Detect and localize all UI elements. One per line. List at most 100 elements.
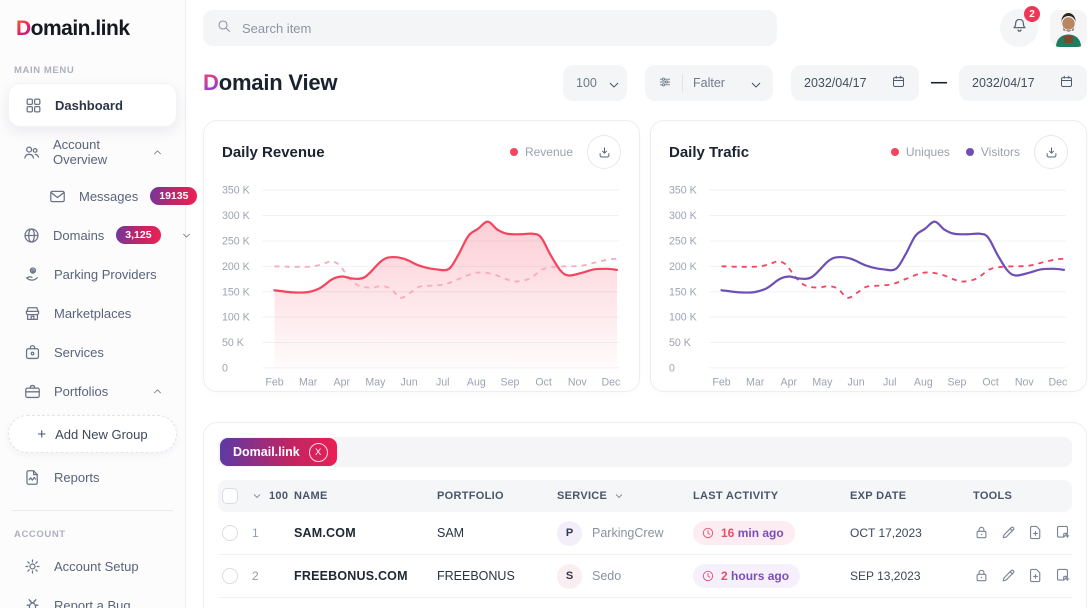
select-all-checkbox[interactable] [222, 488, 238, 504]
sidebar-item-marketplaces[interactable]: Marketplaces [8, 294, 177, 332]
x-axis-tick: Apr [334, 377, 351, 389]
pencil-icon[interactable] [1000, 524, 1018, 542]
legend-label: Uniques [906, 145, 950, 159]
notification-badge: 2 [1024, 6, 1040, 22]
y-axis-tick: 300 K [669, 210, 697, 222]
domain-name[interactable]: SAM.COM [294, 526, 437, 540]
filter-select[interactable]: Falter [645, 65, 773, 101]
download-button[interactable] [587, 135, 621, 169]
date-from-picker[interactable]: 2032/04/17 [791, 65, 919, 101]
briefcase-icon [22, 381, 42, 401]
exp-date: OCT 17,2023 [850, 526, 973, 540]
pencil-icon[interactable] [1000, 567, 1018, 585]
domain-name[interactable]: FREEBONUS.COM [294, 569, 437, 583]
sidebar-item-label: Parking Providers [54, 267, 157, 282]
y-axis-tick: 250 K [222, 235, 250, 247]
sidebar-item-label: Dashboard [55, 98, 123, 113]
area-fill [722, 222, 1064, 368]
date-to-value: 2032/04/17 [972, 76, 1035, 90]
sidebar-item-account-setup[interactable]: Account Setup [8, 547, 177, 585]
filter-divider [682, 74, 683, 92]
sidebar-item-label: Messages [79, 189, 138, 204]
chevron-up-icon[interactable] [152, 386, 163, 397]
y-axis-tick: 150 K [222, 286, 250, 298]
sidebar-item-account-overview[interactable]: Account Overview [8, 128, 177, 176]
lock-icon[interactable] [973, 524, 991, 542]
x-axis-tick: Aug [914, 377, 933, 389]
domains-table-card: Domail.link X 100NAMEPORTFOLIOSERVICELAS… [203, 422, 1087, 608]
filter-tag-label: Domail.link [233, 445, 300, 459]
note-add-icon[interactable] [1054, 524, 1072, 542]
sidebar-item-add-new-group[interactable]: +Add New Group [8, 415, 177, 453]
sidebar-item-dashboard[interactable]: Dashboard [8, 83, 177, 127]
service-name: Sedo [592, 569, 621, 583]
last-activity-cell: 2 hours ago [693, 564, 850, 588]
note-add-icon[interactable] [1054, 567, 1072, 585]
close-icon[interactable]: X [309, 443, 328, 462]
y-axis-tick: 100 K [222, 312, 250, 324]
search-input-wrapper[interactable] [203, 10, 777, 46]
chevron-down-icon [749, 78, 760, 89]
avatar[interactable] [1050, 10, 1087, 47]
sidebar-account-nav: Account SetupReport a Bug [0, 547, 185, 608]
date-to-picker[interactable]: 2032/04/17 [959, 65, 1087, 101]
row-checkbox[interactable] [222, 568, 238, 584]
sidebar-item-label: Domains [53, 228, 104, 243]
series-line-solid [722, 222, 1064, 293]
y-axis-tick: 300 K [222, 210, 250, 222]
column-header-service[interactable]: SERVICE [557, 490, 693, 502]
search-input[interactable] [242, 21, 764, 36]
sliders-icon [658, 75, 672, 92]
legend-item: Uniques [891, 145, 950, 159]
plus-icon: + [37, 426, 46, 443]
column-header-label: SERVICE [557, 490, 607, 502]
column-header-portfolio: PORTFOLIO [437, 490, 557, 502]
sidebar-item-portfolios[interactable]: Portfolios [8, 372, 177, 410]
chevron-up-icon[interactable] [152, 147, 163, 158]
column-header-label: PORTFOLIO [437, 490, 504, 502]
download-button[interactable] [1034, 135, 1068, 169]
file-add-icon[interactable] [1027, 567, 1045, 585]
chart-plot: 350 K300 K250 K200 K150 K100 K50 K0FebMa… [222, 177, 621, 389]
filter-tag[interactable]: Domail.link X [220, 438, 337, 466]
sidebar-item-label: Account Overview [53, 137, 140, 167]
portfolio-name: SAM [437, 526, 557, 540]
x-axis-tick: Dec [1048, 377, 1068, 389]
sidebar-item-parking-providers[interactable]: Parking Providers [8, 255, 177, 293]
last-activity-cell: 16 min ago [693, 521, 850, 545]
service-cell: P ParkingCrew [557, 521, 693, 546]
page-size-select[interactable]: 100 [563, 65, 627, 101]
count-badge: 3,125 [116, 226, 160, 244]
service-name: ParkingCrew [592, 526, 664, 540]
lock-icon[interactable] [973, 567, 991, 585]
sidebar-item-services[interactable]: Services [8, 333, 177, 371]
column-header-label: EXP DATE [850, 490, 906, 502]
sidebar-item-reports[interactable]: Reports [8, 458, 177, 496]
page-size-value: 100 [269, 490, 288, 502]
page-size-header[interactable]: 100 [252, 490, 294, 502]
row-checkbox[interactable] [222, 525, 238, 541]
page-title: Domain View [203, 70, 337, 96]
table-filter-toolbar: Domail.link X [218, 437, 1072, 467]
sidebar-item-messages[interactable]: Messages19135 [8, 177, 177, 215]
table-header-row: 100NAMEPORTFOLIOSERVICELAST ACTIVITYEXP … [218, 480, 1072, 512]
legend-item: Revenue [510, 145, 573, 159]
page-title-accent: D [203, 70, 219, 95]
row-number: 1 [252, 526, 294, 540]
table-row: 2 FREEBONUS.COM FREEBONUS S Sedo 2 hours… [218, 555, 1072, 598]
file-add-icon[interactable] [1027, 524, 1045, 542]
notifications-button[interactable]: 2 [1000, 9, 1038, 47]
x-axis-tick: Apr [781, 377, 798, 389]
y-axis-tick: 250 K [669, 235, 697, 247]
last-activity-badge: 2 hours ago [693, 564, 800, 588]
x-axis-tick: Nov [1015, 377, 1035, 389]
column-header-label: NAME [294, 490, 328, 502]
legend-dot [966, 148, 974, 156]
tools-cell [973, 524, 1072, 542]
page-header: Domain View 100 Falter 2032/04/17 — [203, 62, 1087, 104]
chart-legend: UniquesVisitors [891, 145, 1020, 159]
services-icon [22, 342, 42, 362]
sidebar-item-report-a-bug[interactable]: Report a Bug [8, 586, 177, 608]
sidebar-item-domains[interactable]: Domains 3,125 [8, 216, 177, 254]
x-axis-tick: Oct [982, 377, 999, 389]
